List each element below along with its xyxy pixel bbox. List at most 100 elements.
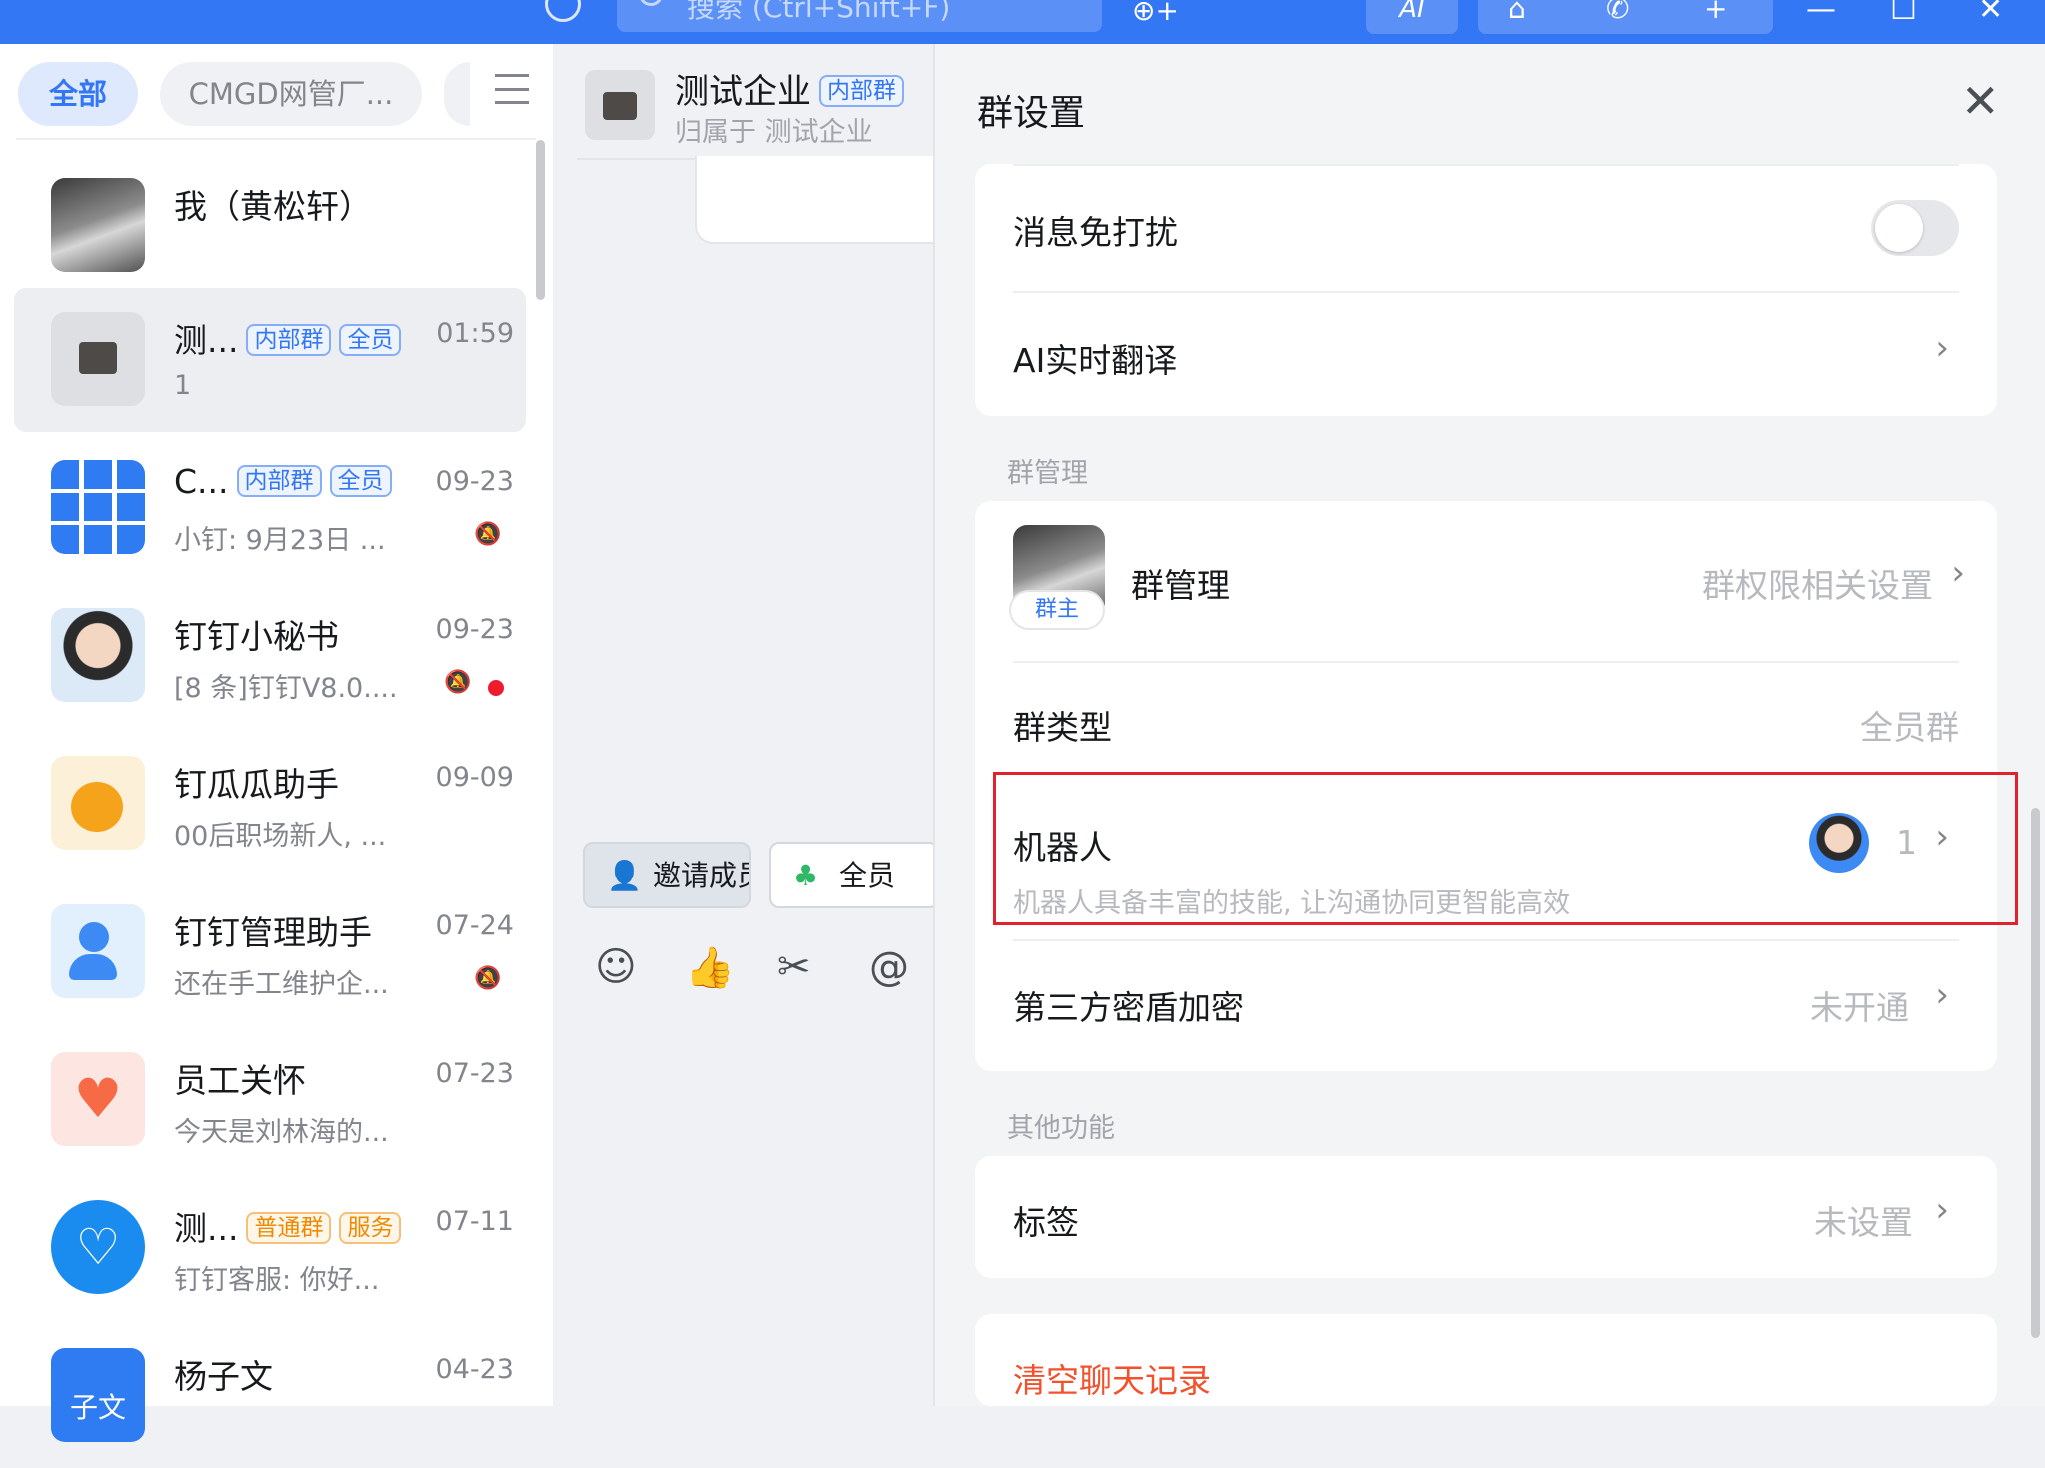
conversation-time: 09-23 bbox=[435, 466, 514, 497]
close-icon[interactable]: ✕ bbox=[1978, 0, 2003, 27]
avatar bbox=[51, 608, 145, 702]
conversation-item[interactable]: 子文 杨子文 04-23 bbox=[14, 1324, 526, 1468]
group-settings-panel: 群设置 ✕ 消息免打扰 AI实时翻译 › 群管理 群主 群管理 群权限相关设置 … bbox=[933, 44, 2045, 1406]
mute-icon: 🔕 bbox=[474, 522, 502, 547]
message-bubble bbox=[695, 156, 935, 244]
panel-header: 群设置 ✕ bbox=[935, 44, 2045, 166]
settings-card-tag: 标签 未设置 › bbox=[975, 1156, 1997, 1278]
tag-row[interactable]: 标签 未设置 › bbox=[1013, 1156, 1959, 1278]
group-type-label: 群类型 bbox=[1013, 708, 1112, 747]
tag-label: 标签 bbox=[1013, 1203, 1079, 1242]
conversation-preview: 1 bbox=[174, 370, 192, 401]
chevron-right-icon: › bbox=[1935, 1190, 1949, 1230]
minimize-icon[interactable]: — bbox=[1806, 0, 1836, 27]
dnd-toggle[interactable] bbox=[1871, 200, 1959, 256]
screen-share-icon[interactable]: ⌂ bbox=[1508, 0, 1526, 25]
filter-more[interactable] bbox=[444, 62, 470, 126]
section-title-other: 其他功能 bbox=[1007, 1113, 1115, 1144]
conversation-name: 测... 普通群 服务 bbox=[174, 1202, 402, 1250]
conversation-name: 我（黄松轩） bbox=[174, 187, 372, 226]
dnd-label: 消息免打扰 bbox=[1013, 213, 1178, 252]
conversation-item[interactable]: 钉钉管理助手 07-24 还在手工维护企... 🔕 bbox=[14, 880, 526, 1024]
settings-card-general: 消息免打扰 AI实时翻译 › bbox=[975, 164, 1997, 416]
chat-subtitle: 归属于 测试企业 bbox=[675, 117, 873, 148]
thumbs-up-icon[interactable]: 👍 bbox=[685, 944, 735, 991]
title-bar: 搜索 (Ctrl+Shift+F) ⊕+ AI ⌂ ✆ + — ☐ ✕ bbox=[0, 0, 2045, 44]
conversation-preview: 00后职场新人, ... bbox=[174, 821, 387, 852]
conversation-item[interactable]: ♥ 员工关怀 07-23 今天是刘林海的... bbox=[14, 1028, 526, 1172]
conversation-time: 07-23 bbox=[435, 1058, 514, 1089]
chevron-right-icon: › bbox=[1951, 553, 1965, 593]
plus-icon[interactable]: + bbox=[1704, 0, 1727, 25]
dnd-row[interactable]: 消息免打扰 bbox=[1013, 164, 1959, 290]
avatar bbox=[51, 904, 145, 998]
conversation-preview: 钉钉客服: 你好... bbox=[174, 1265, 380, 1296]
tag-all: 全员 bbox=[339, 324, 402, 356]
manage-row[interactable]: 群主 群管理 群权限相关设置 › bbox=[1009, 501, 1965, 661]
clear-history-row[interactable]: 清空聊天记录 bbox=[1013, 1314, 1959, 1406]
menu-icon[interactable] bbox=[495, 74, 529, 104]
mute-icon: 🔕 bbox=[444, 670, 472, 695]
encrypt-value: 未开通 bbox=[1810, 988, 1909, 1027]
filter-cmgd[interactable]: CMGD网管厂... bbox=[160, 62, 422, 126]
chat-area: 测试企业内部群 归属于 测试企业 👤 邀请成员 ♣ 全员 ☺ 👍 ✂ @ bbox=[553, 44, 939, 1406]
conversation-preview: 小钉: 9月23日 ... bbox=[174, 525, 386, 556]
conversation-preview: 今天是刘林海的... bbox=[174, 1117, 389, 1148]
filter-all[interactable]: 全部 bbox=[18, 62, 138, 126]
conversation-item[interactable]: ♡ 测... 普通群 服务 07-11 钉钉客服: 你好... bbox=[14, 1176, 526, 1320]
close-icon[interactable]: ✕ bbox=[1961, 78, 2000, 124]
avatar bbox=[51, 460, 145, 554]
ai-icon[interactable]: AI bbox=[1366, 0, 1458, 34]
group-avatar bbox=[585, 70, 655, 140]
conversation-item[interactable]: 我（黄松轩） bbox=[14, 154, 526, 298]
translate-row[interactable]: AI实时翻译 › bbox=[1013, 292, 1959, 416]
at-icon[interactable]: @ bbox=[869, 944, 909, 990]
avatar bbox=[51, 178, 145, 272]
translate-label: AI实时翻译 bbox=[1013, 341, 1178, 380]
maximize-icon[interactable]: ☐ bbox=[1890, 0, 1917, 27]
tag-internal: 内部群 bbox=[236, 465, 322, 497]
section-title-manage: 群管理 bbox=[1007, 458, 1088, 489]
toolbar-group: ⌂ ✆ + bbox=[1478, 0, 1773, 34]
chat-title: 测试企业 内部群 bbox=[675, 64, 904, 113]
conversation-item[interactable]: 钉瓜瓜助手 09-09 00后职场新人, ... bbox=[14, 732, 526, 876]
conversation-time: 09-23 bbox=[435, 614, 514, 645]
sidebar-scrollbar[interactable] bbox=[536, 140, 545, 300]
mute-icon: 🔕 bbox=[474, 966, 502, 991]
clock-icon[interactable] bbox=[545, 0, 581, 22]
manage-label: 群管理 bbox=[1131, 566, 1230, 605]
all-members-button[interactable]: ♣ 全员 bbox=[769, 842, 939, 908]
search-input[interactable]: 搜索 (Ctrl+Shift+F) bbox=[617, 0, 1102, 32]
conversation-item[interactable]: C... 内部群 全员 09-23 小钉: 9月23日 ... 🔕 bbox=[14, 436, 526, 580]
scissors-icon[interactable]: ✂ bbox=[777, 944, 811, 990]
search-icon bbox=[639, 0, 663, 6]
clear-history-label: 清空聊天记录 bbox=[1013, 1361, 1211, 1400]
emoji-icon[interactable]: ☺ bbox=[595, 944, 637, 990]
add-friend-icon[interactable]: ⊕+ bbox=[1132, 0, 1179, 27]
panel-scrollbar[interactable] bbox=[2031, 808, 2040, 1338]
conversation-time: 07-24 bbox=[435, 910, 514, 941]
phone-icon[interactable]: ✆ bbox=[1606, 0, 1629, 25]
chat-header: 测试企业 内部群 归属于 测试企业 bbox=[553, 44, 933, 159]
robot-row-highlight bbox=[993, 772, 2018, 925]
conversation-time: 09-09 bbox=[435, 762, 514, 793]
conversation-name: 钉瓜瓜助手 bbox=[174, 765, 339, 804]
group-type-row: 群类型 全员群 bbox=[1013, 663, 1959, 785]
tag-normal: 普通群 bbox=[246, 1212, 332, 1244]
avatar: 子文 bbox=[51, 1348, 145, 1442]
conversation-name: 杨子文 bbox=[174, 1357, 273, 1396]
tag-internal: 内部群 bbox=[246, 324, 332, 356]
tag-value: 未设置 bbox=[1814, 1203, 1913, 1242]
tag-internal: 内部群 bbox=[819, 75, 904, 107]
conversation-item[interactable]: 钉钉小秘书 09-23 [8 条]钉钉V8.0.... 🔕 bbox=[14, 584, 526, 728]
invite-member-button[interactable]: 👤 邀请成员 bbox=[583, 842, 751, 908]
conversation-name: 钉钉管理助手 bbox=[174, 913, 372, 952]
conversation-item-selected[interactable]: 测... 内部群 全员 01:59 1 bbox=[14, 288, 526, 432]
encrypt-row[interactable]: 第三方密盾加密 未开通 › bbox=[1013, 941, 1959, 1071]
conversation-name: C... 内部群 全员 bbox=[174, 462, 392, 501]
group-type-value: 全员群 bbox=[1860, 708, 1959, 747]
tag-all: 全员 bbox=[329, 465, 392, 497]
conversation-time: 04-23 bbox=[435, 1354, 514, 1385]
settings-card-clear: 清空聊天记录 bbox=[975, 1314, 1997, 1406]
avatar bbox=[51, 312, 145, 406]
